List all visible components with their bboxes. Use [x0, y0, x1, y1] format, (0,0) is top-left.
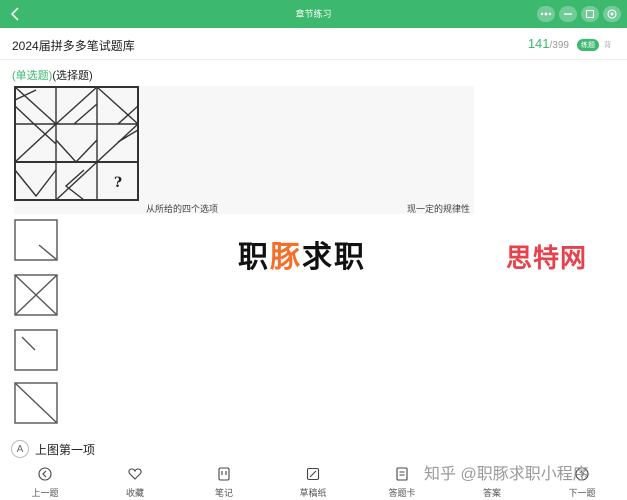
option-figure[interactable] — [13, 218, 59, 262]
watermark-center-highlight: 豚 — [270, 241, 302, 274]
watermark-center: 职豚求职 — [238, 232, 366, 276]
question-caption-right: 现一定的规律性 — [406, 204, 470, 214]
answer-card-button[interactable]: 答题卡 — [372, 462, 432, 500]
question-counter: 141/399 — [528, 36, 569, 51]
more-icon — [540, 12, 552, 16]
nav-label: 上一题 — [31, 488, 59, 498]
question-type-suffix: (选择题) — [52, 70, 93, 82]
note-icon — [218, 467, 230, 481]
restore-icon — [585, 9, 595, 19]
option-figure[interactable] — [13, 381, 59, 425]
restore-button[interactable] — [581, 6, 599, 22]
practice-page: 章节练习 2024届拼多多笔试题库 141/399 练题 背 (单选题)(选择题… — [0, 0, 627, 500]
close-icon — [607, 9, 617, 19]
total-count: /399 — [549, 40, 569, 51]
option-figure[interactable] — [13, 273, 59, 317]
question-type-tag: (单选题) — [12, 70, 53, 82]
option-text: 上图第一项 — [35, 442, 96, 457]
answer-option-a[interactable]: A 上图第一项 — [11, 440, 95, 458]
minimize-icon — [564, 13, 572, 15]
answer-card-icon — [396, 467, 408, 481]
unknown-mark: ? — [114, 175, 122, 191]
arrow-left-circle-icon — [38, 467, 52, 481]
prev-question-button[interactable]: 上一题 — [15, 462, 75, 500]
watermark-bottom: 知乎 @职豚求职小程序 — [424, 466, 589, 483]
nav-label: 收藏 — [125, 488, 144, 498]
nav-label: 答案 — [482, 488, 501, 498]
draft-paper-button[interactable]: 草稿纸 — [283, 462, 343, 500]
nav-label: 答题卡 — [388, 488, 416, 498]
question-image: ? 从所给的四个选项 现一定的规律性 — [14, 86, 474, 214]
nav-label: 笔记 — [214, 488, 233, 498]
window-controls — [537, 6, 621, 22]
watermark-center-suffix: 求职 — [302, 241, 366, 274]
draft-paper-icon — [306, 467, 320, 481]
heart-icon — [128, 468, 142, 480]
title-bar: 章节练习 — [0, 0, 627, 28]
figure-matrix: ? — [14, 86, 139, 201]
more-button[interactable] — [537, 6, 555, 22]
option-figure[interactable] — [13, 328, 59, 372]
current-index: 141 — [527, 36, 550, 51]
question-bank-name: 2024届拼多多笔试题库 — [12, 39, 135, 53]
question-header: 2024届拼多多笔试题库 141/399 练题 背 — [0, 28, 627, 60]
option-letter: A — [11, 440, 29, 458]
question-caption-left: 从所给的四个选项 — [146, 204, 219, 214]
mode-recite-toggle[interactable]: 背 — [604, 40, 611, 50]
mode-practice-toggle[interactable]: 练题 — [577, 39, 599, 51]
nav-label: 草稿纸 — [299, 488, 327, 498]
question-type: (单选题)(选择题) — [12, 67, 93, 83]
minimize-button[interactable] — [559, 6, 577, 22]
nav-label: 下一题 — [568, 488, 596, 498]
watermark-center-prefix: 职 — [238, 241, 270, 274]
favorite-button[interactable]: 收藏 — [105, 462, 165, 500]
notes-button[interactable]: 笔记 — [194, 462, 254, 500]
close-button[interactable] — [603, 6, 621, 22]
watermark-right: 思特网 — [506, 243, 588, 273]
page-title: 章节练习 — [295, 9, 332, 19]
